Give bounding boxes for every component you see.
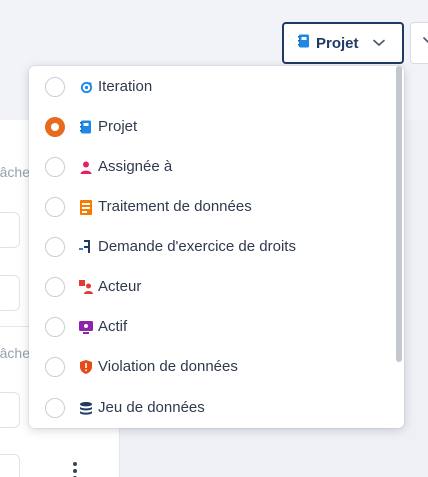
grouping-selector-button[interactable]: Projet — [282, 22, 404, 64]
option-label: Acteur — [98, 278, 142, 295]
notebook-icon — [79, 120, 93, 134]
radio-button[interactable] — [45, 317, 65, 337]
dropdown-scrollbar[interactable] — [396, 66, 402, 362]
radio-button[interactable] — [45, 357, 65, 377]
asset-icon — [79, 320, 93, 334]
panel-input[interactable] — [0, 454, 20, 477]
section-label: Tâche — [0, 164, 30, 180]
radio-button[interactable] — [45, 77, 65, 97]
panel-input[interactable] — [0, 392, 20, 428]
option-actif[interactable]: Actif — [29, 307, 397, 347]
option-traitement[interactable]: Traitement de données — [29, 187, 397, 227]
option-demande-droits[interactable]: Demande d'exercice de droits — [29, 227, 397, 267]
option-assignee[interactable]: Assignée à — [29, 147, 397, 187]
grouping-dropdown: Iteration Projet Assignée à Traitement d… — [29, 66, 404, 428]
option-projet[interactable]: Projet — [29, 107, 397, 147]
database-icon — [79, 401, 93, 415]
option-label: Iteration — [98, 78, 153, 95]
radio-button[interactable] — [45, 197, 65, 217]
person-icon — [79, 160, 93, 174]
option-iteration[interactable]: Iteration — [29, 67, 397, 107]
data-processing-icon — [79, 199, 93, 215]
option-jeu-donnees[interactable]: Jeu de données — [29, 388, 397, 428]
radio-button[interactable] — [45, 237, 65, 257]
option-label: Projet — [98, 118, 138, 135]
chevron-down-icon — [423, 34, 428, 52]
more-options-icon[interactable] — [72, 462, 78, 477]
radio-button[interactable] — [45, 398, 65, 418]
actor-icon — [79, 280, 93, 294]
option-label: Demande d'exercice de droits — [98, 238, 296, 255]
option-violation[interactable]: Violation de données — [29, 347, 397, 387]
option-label: Jeu de données — [98, 399, 205, 416]
shield-alert-icon — [79, 360, 93, 374]
iteration-icon — [79, 80, 93, 94]
radio-button[interactable] — [45, 157, 65, 177]
chevron-down-icon — [372, 39, 385, 47]
option-acteur[interactable]: Acteur — [29, 267, 397, 307]
radio-button[interactable] — [45, 277, 65, 297]
option-label: Actif — [98, 318, 128, 335]
selector-label: Projet — [316, 34, 359, 52]
rights-request-icon — [79, 240, 93, 254]
notebook-icon — [298, 34, 310, 53]
panel-input[interactable] — [0, 212, 20, 248]
secondary-selector-button[interactable] — [410, 22, 428, 64]
option-label: Traitement de données — [98, 198, 252, 215]
panel-input[interactable] — [0, 275, 20, 311]
section-label: Tâche — [0, 345, 30, 361]
radio-button-checked[interactable] — [45, 117, 65, 137]
option-label: Assignée à — [98, 158, 173, 175]
option-label: Violation de données — [98, 358, 238, 375]
